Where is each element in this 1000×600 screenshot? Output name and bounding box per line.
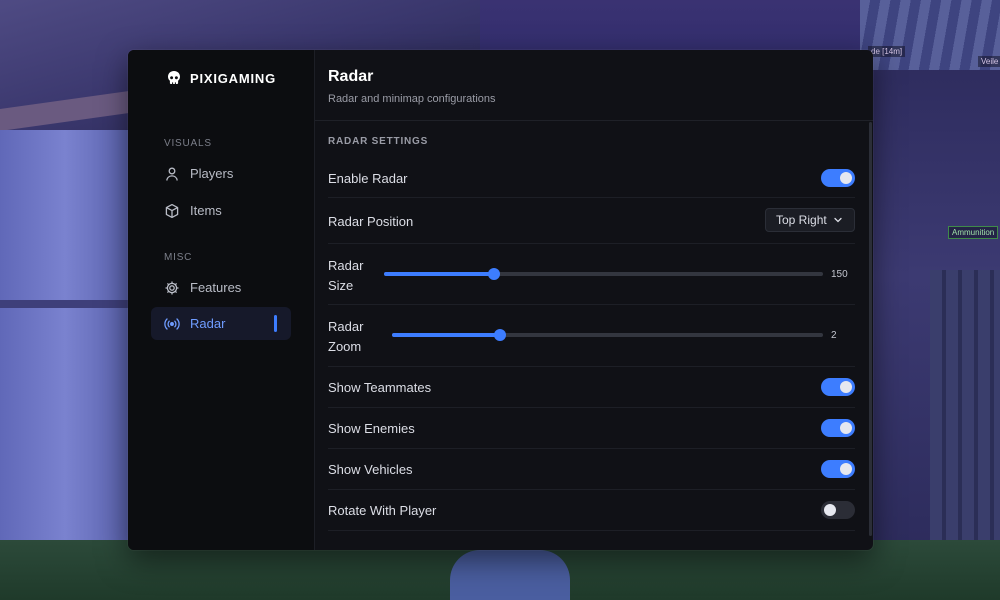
chevron-down-icon <box>833 215 843 225</box>
esp-tag-player: Veile <box>978 56 1000 67</box>
setting-label-line2: Size <box>328 278 354 293</box>
toggle-knob <box>840 422 852 434</box>
setting-label-line2: Zoom <box>328 339 362 354</box>
box-icon <box>164 203 180 219</box>
radar-position-select[interactable]: Top Right <box>765 208 855 232</box>
esp-tag-ammunition: Ammunition <box>948 226 999 239</box>
brand-name: PIXIGAMING <box>190 70 277 86</box>
toggle-knob <box>840 172 852 184</box>
settings-panel: PIXIGAMING VISUALS Players Items MISC Fe… <box>128 50 873 550</box>
radar-zoom-slider[interactable] <box>392 329 823 341</box>
setting-row-show-vehicles: Show Vehicles <box>328 449 855 490</box>
page-title: Radar <box>328 68 374 85</box>
toggle-knob <box>840 381 852 393</box>
radar-size-value: 150 <box>831 269 848 280</box>
sidebar-item-label: Items <box>190 203 222 218</box>
toggle-knob <box>824 504 836 516</box>
sidebar-item-items[interactable]: Items <box>151 194 291 227</box>
sidebar: PIXIGAMING VISUALS Players Items MISC Fe… <box>128 50 315 550</box>
show-teammates-toggle[interactable] <box>821 378 855 396</box>
scrollbar[interactable] <box>869 122 872 536</box>
background-wall-left <box>0 130 130 550</box>
sidebar-item-label: Players <box>190 166 234 181</box>
radar-icon <box>164 316 180 332</box>
radar-position-value: Top Right <box>776 213 827 227</box>
setting-row-enable-radar: Enable Radar <box>328 156 855 198</box>
show-enemies-toggle[interactable] <box>821 419 855 437</box>
setting-row-rotate-with-player: Rotate With Player <box>328 490 855 531</box>
setting-label: Enable Radar <box>328 171 408 186</box>
radar-zoom-value: 2 <box>831 330 837 341</box>
background-door <box>930 270 1000 570</box>
setting-label: Radar Position <box>328 214 414 229</box>
sidebar-item-radar[interactable]: Radar <box>151 307 291 340</box>
setting-row-show-teammates: Show Teammates <box>328 367 855 408</box>
enable-radar-toggle[interactable] <box>821 169 855 187</box>
setting-label-line1: Radar <box>328 319 364 334</box>
content-area: Radar Radar and minimap configurations R… <box>315 50 873 550</box>
skull-icon <box>166 70 182 86</box>
slider-fill <box>384 272 494 276</box>
page-subtitle: Radar and minimap configurations <box>328 93 496 105</box>
background-character <box>450 550 570 600</box>
sidebar-item-players[interactable]: Players <box>151 157 291 190</box>
setting-row-radar-size: Radar Size 150 <box>328 244 855 305</box>
setting-label: Show Teammates <box>328 380 432 395</box>
sidebar-item-features[interactable]: Features <box>151 271 291 304</box>
setting-row-radar-position: Radar Position Top Right <box>328 198 855 244</box>
setting-row-radar-zoom: Radar Zoom 2 <box>328 305 855 367</box>
slider-thumb[interactable] <box>487 268 500 280</box>
setting-label: Rotate With Player <box>328 503 437 518</box>
slider-fill <box>392 333 500 337</box>
user-icon <box>164 166 180 182</box>
brand: PIXIGAMING <box>166 70 276 86</box>
background-wall-stripe <box>0 300 130 308</box>
section-label-visuals: VISUALS <box>164 138 212 149</box>
rotate-with-player-toggle[interactable] <box>821 501 855 519</box>
show-vehicles-toggle[interactable] <box>821 460 855 478</box>
active-indicator <box>274 315 277 332</box>
setting-row-show-enemies: Show Enemies <box>328 408 855 449</box>
setting-label: Show Vehicles <box>328 462 413 477</box>
slider-thumb[interactable] <box>493 329 506 341</box>
radar-size-slider[interactable] <box>384 268 823 280</box>
setting-label: Show Enemies <box>328 421 415 436</box>
content-header: Radar Radar and minimap configurations <box>315 50 873 121</box>
sidebar-item-label: Radar <box>190 316 226 331</box>
section-label-misc: MISC <box>164 252 193 263</box>
sidebar-item-label: Features <box>190 280 242 295</box>
esp-tag-distance: de [14m] <box>868 46 906 57</box>
setting-label-line1: Radar <box>328 258 364 273</box>
gear-icon <box>164 280 180 296</box>
toggle-knob <box>840 463 852 475</box>
section-heading: RADAR SETTINGS <box>328 136 429 147</box>
